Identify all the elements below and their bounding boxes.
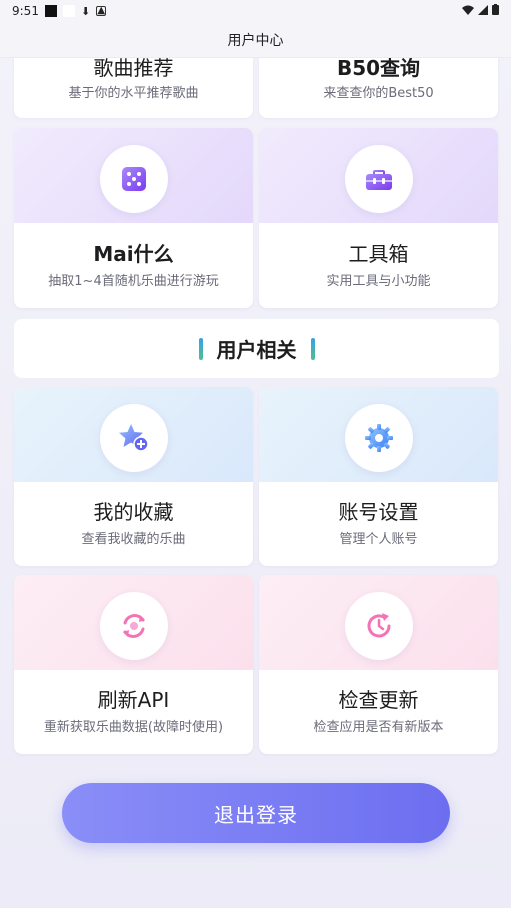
card-subtitle: 重新获取乐曲数据(故障时使用) [43,720,224,735]
section-header-user: 用户相关 [14,319,499,378]
card-title: 账号设置 [338,500,419,524]
battery-icon [492,4,499,18]
card-subtitle: 查看我收藏的乐曲 [81,532,186,547]
card-subtitle: 检查应用是否有新版本 [313,720,444,735]
status-time: 9:51 [12,4,39,18]
refresh-api-card[interactable]: 刷新API 重新获取乐曲数据(故障时使用) [14,575,253,754]
refresh-icon [99,592,168,660]
status-bar: 9:51 ⬇ ▲ [0,0,511,22]
mai-random-card[interactable]: Mai什么 抽取1~4首随机乐曲进行游玩 [14,128,253,308]
account-settings-card[interactable]: 账号设置 管理个人账号 [259,387,498,566]
page-content: 歌曲推荐 基于你的水平推荐歌曲 B50查询 来查查你的Best50 Mai什么 … [0,0,511,908]
card-subtitle: 实用工具与小功能 [326,274,431,289]
logout-button[interactable]: 退出登录 [62,783,450,843]
notification-icon [62,5,75,17]
star-add-icon [99,404,168,472]
page-title: 用户中心 [0,22,511,58]
card-title: 检查更新 [338,688,419,712]
toolbox-card[interactable]: 工具箱 实用工具与小功能 [259,128,498,308]
app-notification-icon: ▲ [96,5,107,16]
card-subtitle: 管理个人账号 [339,532,418,547]
toolbox-icon [344,145,413,213]
section-title: 用户相关 [216,338,297,362]
download-icon: ⬇ [80,4,91,18]
signal-icon [478,4,488,18]
card-subtitle: 抽取1~4首随机乐曲进行游玩 [48,274,219,289]
section-accent-bar [310,337,315,360]
check-update-card[interactable]: 检查更新 检查应用是否有新版本 [259,575,498,754]
gear-icon [344,404,413,472]
card-title: 刷新API [97,688,170,712]
dice-icon [99,145,168,213]
card-title: Mai什么 [93,242,174,266]
card-title: 工具箱 [348,242,409,266]
notification-icon [44,5,57,17]
update-icon [344,592,413,660]
card-subtitle: 来查查你的Best50 [323,86,434,101]
wifi-icon [462,4,474,18]
card-subtitle: 基于你的水平推荐歌曲 [68,86,199,101]
favorites-card[interactable]: 我的收藏 查看我收藏的乐曲 [14,387,253,566]
card-title: 我的收藏 [93,500,174,524]
section-accent-bar [198,337,203,360]
